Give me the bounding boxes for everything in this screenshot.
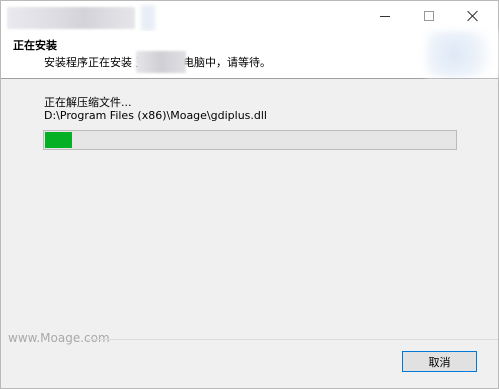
obscured-title-area — [7, 7, 135, 29]
close-icon — [467, 10, 479, 22]
maximize-icon — [424, 11, 434, 21]
progress-bar — [43, 130, 457, 150]
status-text: 正在解压缩文件... — [44, 96, 132, 109]
cancel-button[interactable]: 取消 — [402, 351, 477, 372]
page-title: 正在安装 — [13, 39, 57, 52]
obscured-product-name — [136, 51, 186, 73]
watermark-text: www.Moage.com — [8, 331, 110, 345]
maximize-button[interactable] — [406, 1, 452, 31]
header-panel: 正在安装 安装程序正在安装 王 到您的电脑中，请等待。 — [1, 31, 498, 79]
obscured-title-area-2 — [141, 5, 155, 31]
minimize-button[interactable] — [362, 1, 408, 31]
minimize-icon — [380, 15, 390, 17]
title-bar[interactable] — [1, 1, 498, 31]
current-file-path: D:\Program Files (x86)\Moage\gdiplus.dll — [44, 109, 267, 122]
installer-window: 正在安装 安装程序正在安装 王 到您的电脑中，请等待。 正在解压缩文件... D… — [0, 0, 499, 389]
close-button[interactable] — [450, 1, 496, 31]
progress-bar-fill — [45, 132, 72, 148]
footer-divider — [87, 339, 498, 340]
obscured-header-logo — [426, 31, 498, 77]
